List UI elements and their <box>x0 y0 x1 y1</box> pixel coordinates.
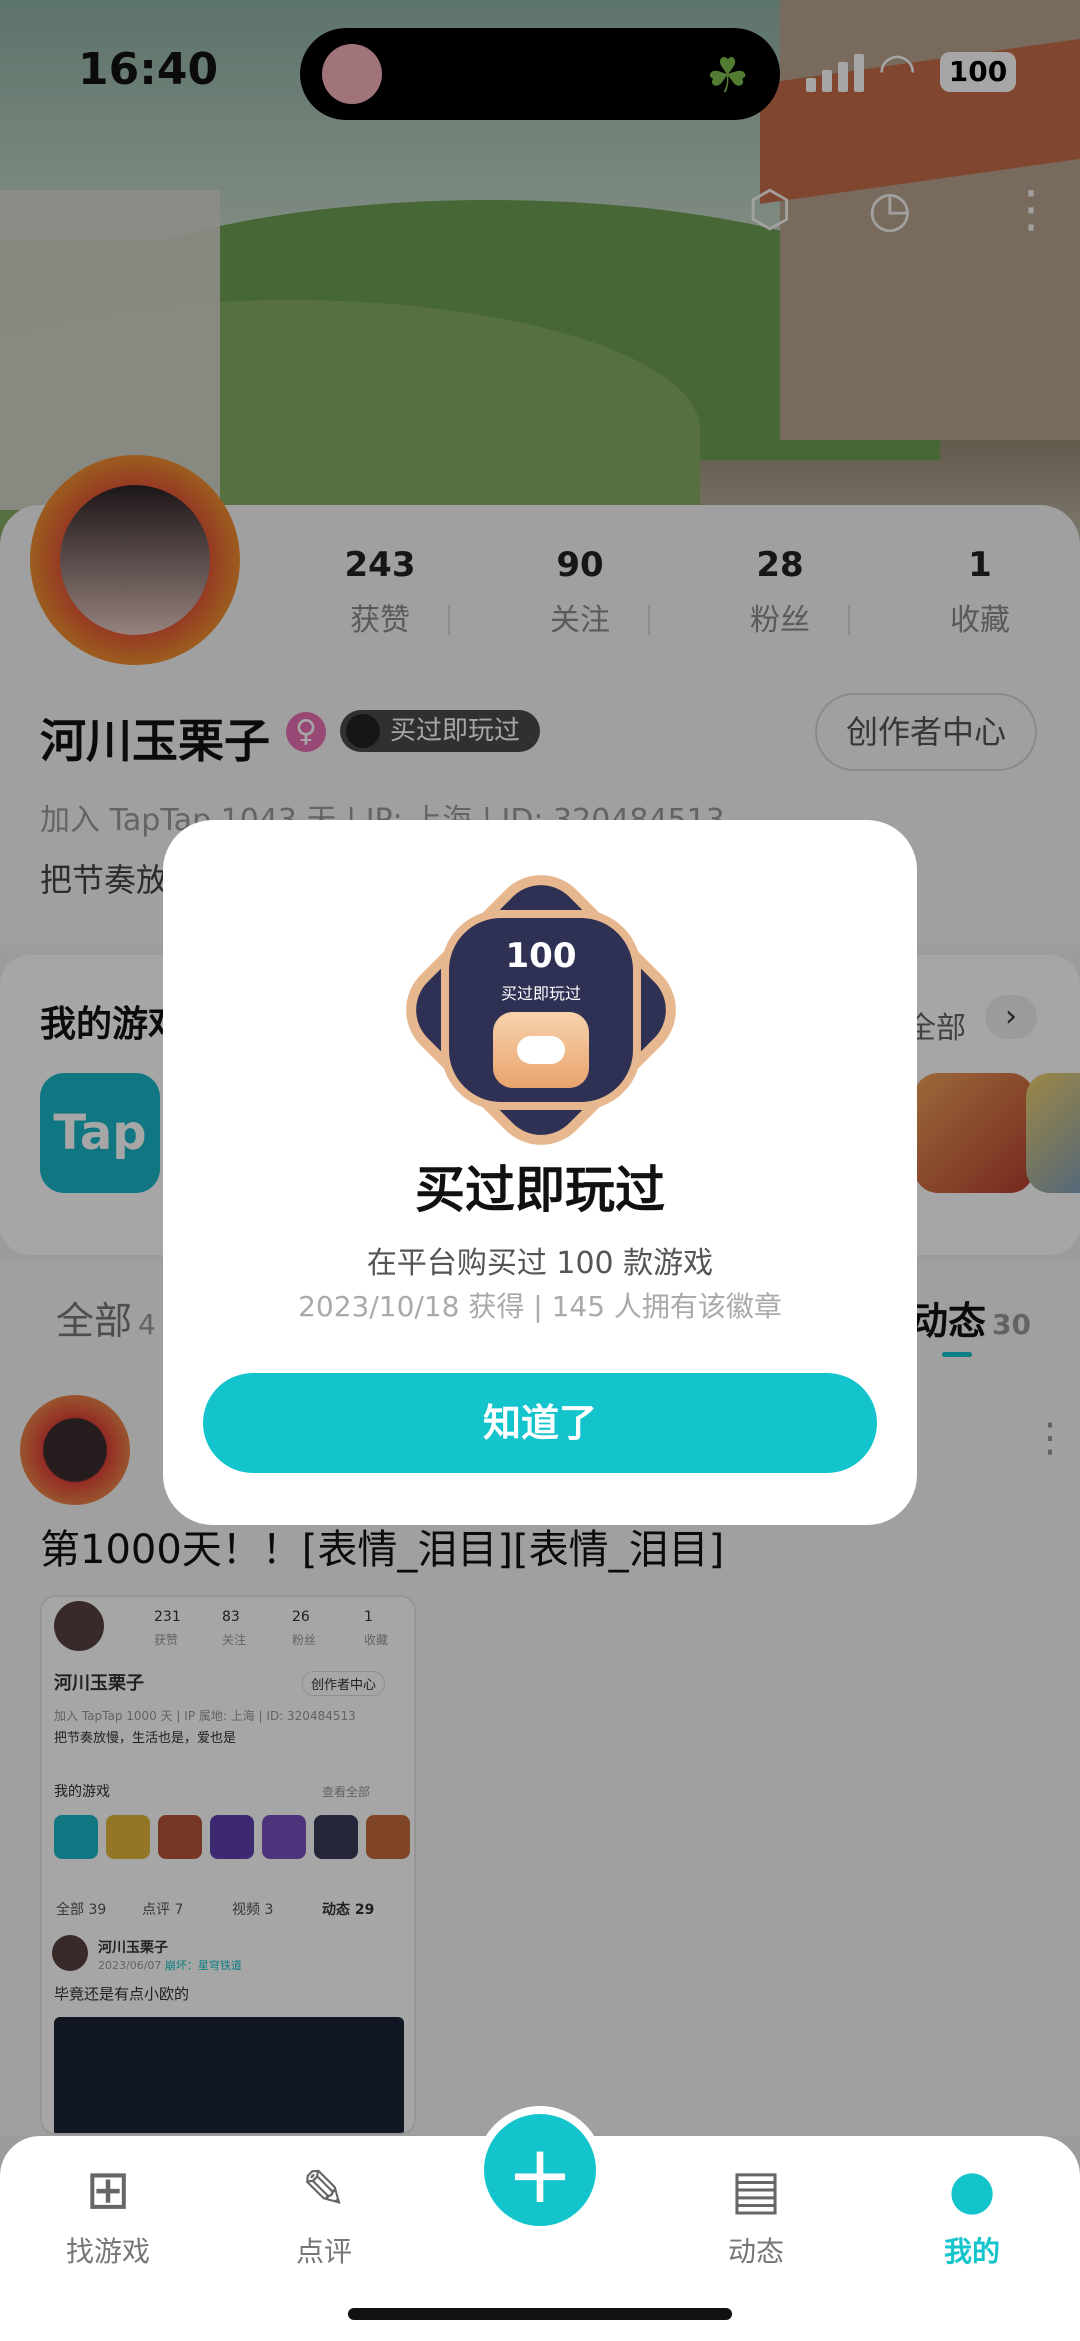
nav-label: 点评 <box>295 2235 352 2268</box>
badge-medal: 100 买过即玩过 <box>385 854 697 1166</box>
badge-caption: 买过即玩过 <box>500 984 581 1003</box>
nav-feed[interactable]: ▤ 动态 <box>676 2156 836 2270</box>
nav-label: 动态 <box>727 2235 784 2268</box>
gamepad-bag-icon <box>493 1012 589 1088</box>
nav-find-games[interactable]: ⊞ 找游戏 <box>28 2156 188 2270</box>
nav-me[interactable]: ● 我的 <box>892 2156 1052 2270</box>
modal-description: 在平台购买过 100 款游戏 <box>366 1246 714 1281</box>
nav-reviews[interactable]: ✎ 点评 <box>244 2156 404 2270</box>
modal-meta: 2023/10/18 获得 | 145 人拥有该徽章 <box>298 1290 782 1323</box>
nav-label: 找游戏 <box>65 2235 150 2268</box>
add-post-button[interactable]: + <box>476 2106 604 2234</box>
home-indicator <box>348 2308 732 2320</box>
got-it-button[interactable]: 知道了 <box>203 1373 877 1473</box>
chat-icon: ▤ <box>730 2158 782 2221</box>
badge-modal: 100 买过即玩过 买过即玩过 在平台购买过 100 款游戏 2023/10/1… <box>163 820 917 1525</box>
badge-number: 100 <box>505 936 577 976</box>
app-root: 16:40 ☘ ◠ 100 ⬡ ◷ ⋮ 243 获赞 90 关注 28 粉丝 1 收藏 … <box>0 0 1080 2341</box>
pen-icon: ✎ <box>301 2158 347 2221</box>
gamepad-icon: ⊞ <box>85 2158 131 2221</box>
nav-label: 我的 <box>943 2235 1000 2268</box>
modal-title: 买过即玩过 <box>415 1161 665 1219</box>
person-icon: ● <box>948 2158 996 2221</box>
